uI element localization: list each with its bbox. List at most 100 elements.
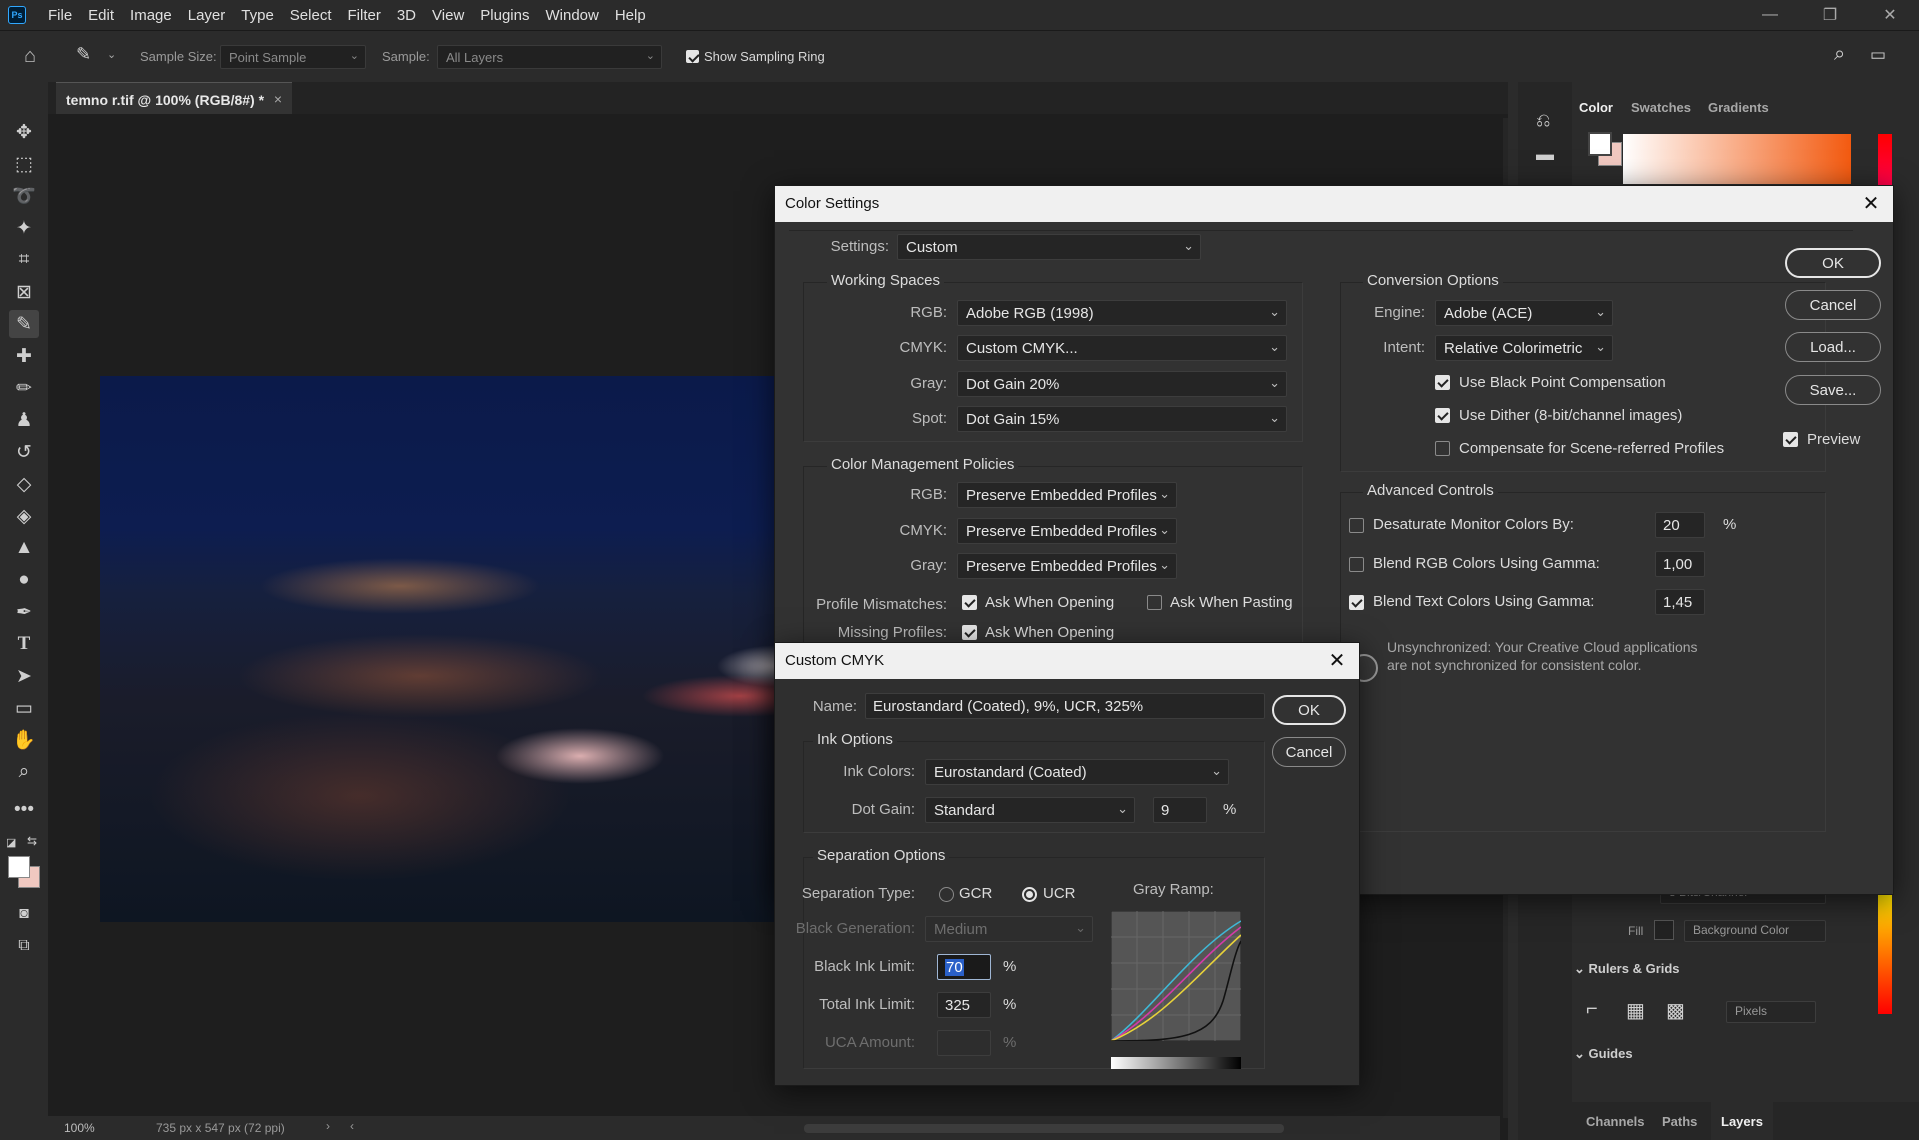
policy-cmyk-select[interactable]: Preserve Embedded Profiles ⌄ xyxy=(957,518,1177,544)
menu-layer[interactable]: Layer xyxy=(180,7,234,24)
save-button[interactable]: Save... xyxy=(1785,375,1881,405)
chevron-down-icon[interactable]: ⌄ xyxy=(107,48,116,61)
type-tool-icon[interactable]: T xyxy=(9,630,39,658)
ws-gray-select[interactable]: Dot Gain 20% ⌄ xyxy=(957,371,1287,397)
magic-wand-tool-icon[interactable]: ✦ xyxy=(9,214,39,242)
history-brush-tool-icon[interactable]: ↺ xyxy=(9,438,39,466)
rulers-grids-header[interactable]: ⌄ Rulers & Grids xyxy=(1574,961,1680,977)
tab-paths[interactable]: Paths xyxy=(1662,1114,1697,1129)
black-generation-select[interactable]: Medium ⌄ xyxy=(925,916,1093,942)
tab-layers[interactable]: Layers xyxy=(1711,1102,1773,1140)
path-selection-tool-icon[interactable]: ➤ xyxy=(9,662,39,690)
zoom-tool-icon[interactable]: ⌕ xyxy=(9,758,39,786)
policy-rgb-select[interactable]: Preserve Embedded Profiles ⌄ xyxy=(957,482,1177,508)
intent-select[interactable]: Relative Colorimetric ⌄ xyxy=(1435,335,1613,361)
ink-colors-select[interactable]: Eurostandard (Coated) ⌄ xyxy=(925,759,1229,785)
profile-name-input[interactable]: Eurostandard (Coated), 9%, UCR, 325% xyxy=(865,693,1265,719)
foreground-color-swatch[interactable] xyxy=(8,856,30,878)
ws-cmyk-select[interactable]: Custom CMYK... ⌄ xyxy=(957,335,1287,361)
close-window-icon[interactable]: ✕ xyxy=(1860,0,1919,30)
tab-channels[interactable]: Channels xyxy=(1586,1114,1645,1129)
quick-mask-icon[interactable]: ◙ xyxy=(9,900,39,928)
grid-icon[interactable]: ▦ xyxy=(1626,998,1645,1023)
brush-tool-icon[interactable]: ✏ xyxy=(9,374,39,402)
mismatch-ask-opening-checkbox[interactable] xyxy=(962,595,977,610)
color-field[interactable] xyxy=(1623,134,1851,184)
dot-gain-input[interactable]: 9 xyxy=(1153,797,1207,823)
frame-tool-icon[interactable]: ⊠ xyxy=(9,278,39,306)
close-icon[interactable]: ✕ xyxy=(1859,191,1883,215)
document-tab[interactable]: temno r.tif @ 100% (RGB/8#) * × xyxy=(56,82,292,114)
cmyk-cancel-button[interactable]: Cancel xyxy=(1272,737,1346,767)
menu-window[interactable]: Window xyxy=(537,7,606,24)
close-tab-icon[interactable]: × xyxy=(274,91,282,107)
paint-bucket-tool-icon[interactable]: ◈ xyxy=(9,502,39,530)
tab-color[interactable]: Color xyxy=(1579,100,1613,115)
chevron-left-icon[interactable]: ‹ xyxy=(350,1119,354,1133)
stamp-tool-icon[interactable]: ♟ xyxy=(9,406,39,434)
search-icon[interactable]: ⌕ xyxy=(1834,43,1845,66)
screen-mode-icon[interactable]: ⧉ xyxy=(9,932,39,960)
menu-file[interactable]: File xyxy=(40,7,80,24)
menu-plugins[interactable]: Plugins xyxy=(472,7,537,24)
blur-tool-icon[interactable]: ▲ xyxy=(9,534,39,562)
gcr-radio[interactable] xyxy=(939,887,954,902)
pixel-grid-icon[interactable]: ▩ xyxy=(1666,998,1685,1023)
scene-referred-checkbox[interactable] xyxy=(1435,441,1450,456)
engine-select[interactable]: Adobe (ACE) ⌄ xyxy=(1435,300,1613,326)
load-button[interactable]: Load... xyxy=(1785,332,1881,362)
eraser-tool-icon[interactable]: ◇ xyxy=(9,470,39,498)
default-colors-icon[interactable]: ◪ xyxy=(6,836,16,849)
blend-text-checkbox[interactable] xyxy=(1349,595,1364,610)
tab-swatches[interactable]: Swatches xyxy=(1631,100,1691,115)
black-ink-limit-input[interactable]: 70 xyxy=(937,954,991,980)
rectangle-tool-icon[interactable]: ▭ xyxy=(9,694,39,722)
dot-gain-select[interactable]: Standard ⌄ xyxy=(925,797,1135,823)
close-icon[interactable]: ✕ xyxy=(1325,648,1349,672)
menu-filter[interactable]: Filter xyxy=(340,7,389,24)
blend-rgb-checkbox[interactable] xyxy=(1349,557,1364,572)
total-ink-limit-input[interactable]: 325 xyxy=(937,992,991,1018)
mismatch-ask-pasting-checkbox[interactable] xyxy=(1147,595,1162,610)
guides-header[interactable]: ⌄ Guides xyxy=(1574,1046,1633,1062)
chevron-right-icon[interactable]: › xyxy=(326,1119,330,1133)
black-point-compensation-checkbox[interactable] xyxy=(1435,375,1450,390)
menu-type[interactable]: Type xyxy=(233,7,282,24)
sample-select[interactable]: All Layers ⌄ xyxy=(437,45,662,69)
blend-rgb-input[interactable]: 1,00 xyxy=(1655,551,1705,577)
ws-rgb-select[interactable]: Adobe RGB (1998) ⌄ xyxy=(957,300,1287,326)
comments-icon[interactable]: ▬ xyxy=(1536,144,1554,165)
preview-checkbox[interactable] xyxy=(1783,432,1798,447)
lasso-tool-icon[interactable]: ➰ xyxy=(9,182,39,210)
dodge-tool-icon[interactable]: ● xyxy=(9,566,39,594)
move-tool-icon[interactable]: ✥ xyxy=(9,118,39,146)
menu-help[interactable]: Help xyxy=(607,7,654,24)
workspace-icon[interactable]: ▭ xyxy=(1870,45,1886,65)
show-sampling-ring-checkbox[interactable] xyxy=(686,50,699,63)
crop-tool-icon[interactable]: ⌗ xyxy=(9,246,39,274)
healing-brush-tool-icon[interactable]: ✚ xyxy=(9,342,39,370)
units-select[interactable]: Pixels xyxy=(1726,1001,1816,1023)
eyedropper-tool-icon[interactable]: ✎ xyxy=(9,310,39,338)
marquee-tool-icon[interactable]: ⬚ xyxy=(9,150,39,178)
ucr-radio[interactable] xyxy=(1022,887,1037,902)
cmyk-ok-button[interactable]: OK xyxy=(1272,695,1346,725)
ruler-icon[interactable]: ⌐ xyxy=(1586,998,1598,1021)
menu-view[interactable]: View xyxy=(424,7,472,24)
home-icon[interactable]: ⌂ xyxy=(24,45,36,68)
menu-select[interactable]: Select xyxy=(282,7,340,24)
menu-image[interactable]: Image xyxy=(122,7,180,24)
ok-button[interactable]: OK xyxy=(1785,248,1881,278)
menu-3d[interactable]: 3D xyxy=(389,7,424,24)
restore-icon[interactable]: ❐ xyxy=(1800,0,1860,30)
swap-colors-icon[interactable]: ⇆ xyxy=(27,834,37,848)
ws-spot-select[interactable]: Dot Gain 15% ⌄ xyxy=(957,406,1287,432)
policy-gray-select[interactable]: Preserve Embedded Profiles ⌄ xyxy=(957,553,1177,579)
eyedropper-icon[interactable]: ✎ xyxy=(76,44,91,65)
blend-text-input[interactable]: 1,45 xyxy=(1655,589,1705,615)
panel-foreground-swatch[interactable] xyxy=(1588,132,1612,156)
more-tools-icon[interactable]: ••• xyxy=(9,796,39,824)
use-dither-checkbox[interactable] xyxy=(1435,408,1450,423)
desaturate-checkbox[interactable] xyxy=(1349,518,1364,533)
fill-select[interactable]: Background Color xyxy=(1684,920,1826,942)
